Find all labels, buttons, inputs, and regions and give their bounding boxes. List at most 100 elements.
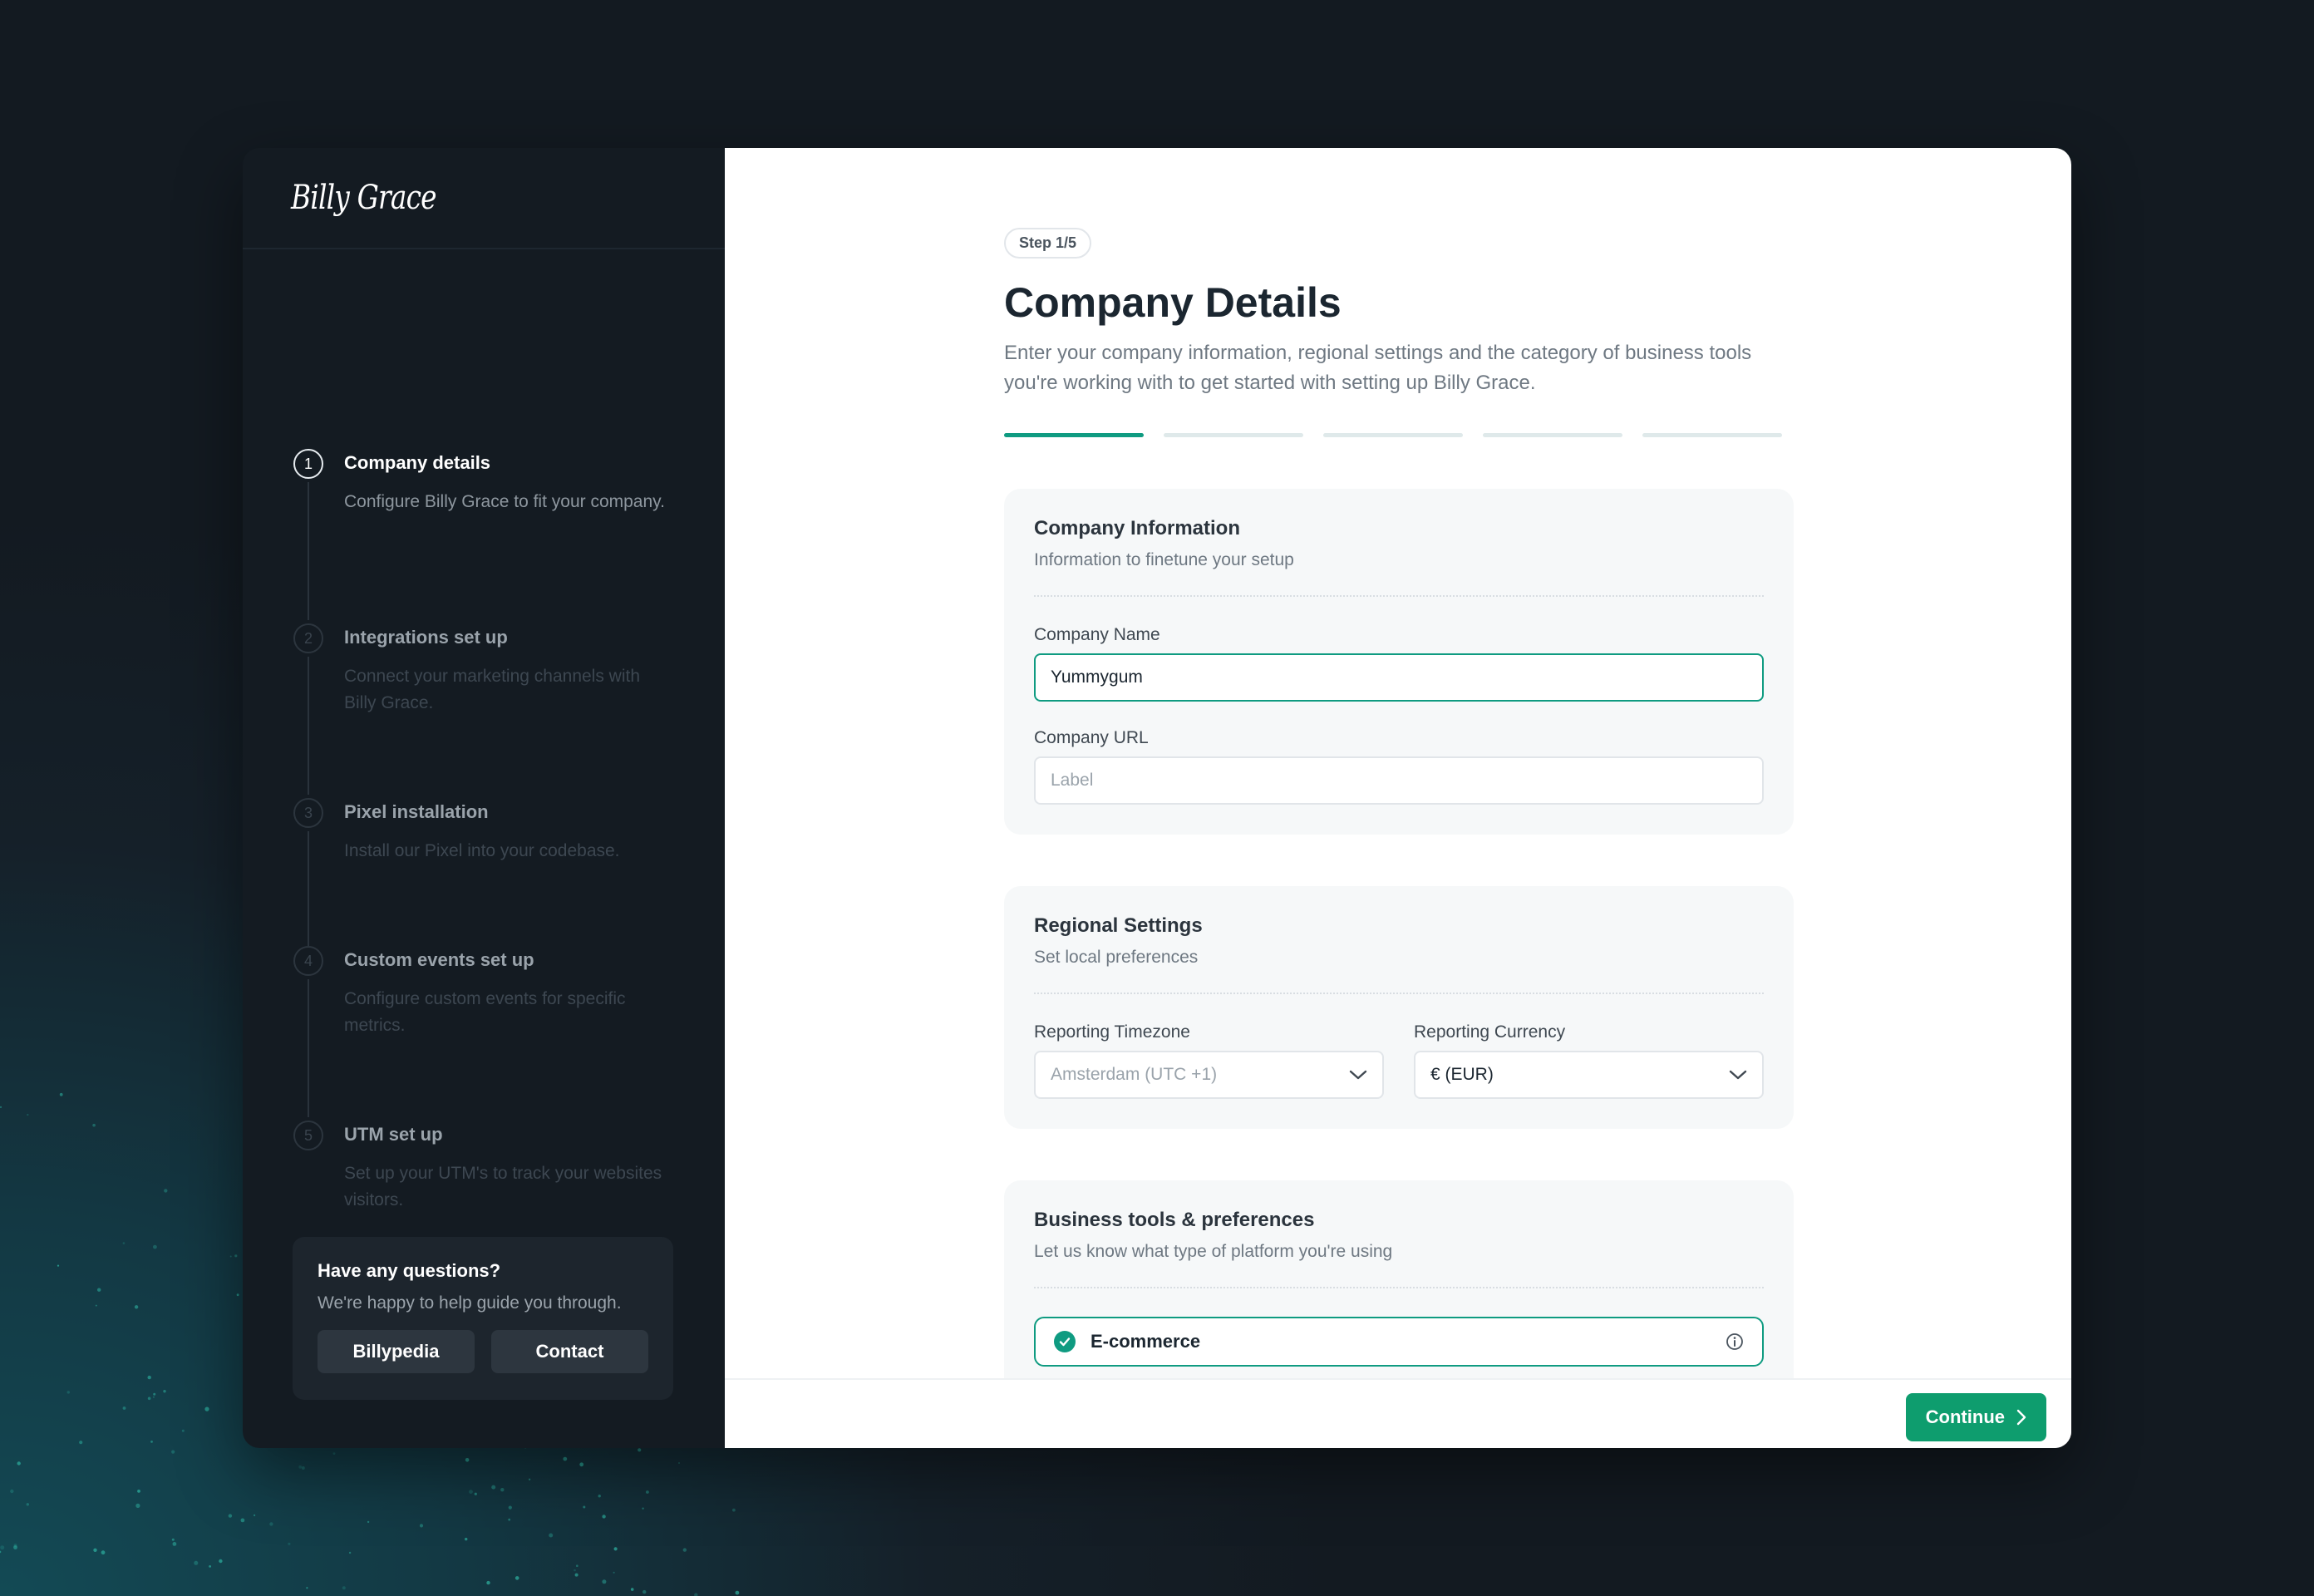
continue-label: Continue — [1925, 1406, 2005, 1427]
particle-dot — [93, 1548, 97, 1553]
particle-dot — [17, 1461, 21, 1465]
particle-dot — [549, 1533, 554, 1538]
particle-dot — [134, 1305, 139, 1309]
progress-bar — [1004, 433, 1794, 437]
chevron-down-icon — [1729, 1070, 1747, 1080]
particle-dot — [209, 1565, 212, 1568]
business-tools-card: Business tools & preferences Let us know… — [1004, 1180, 1794, 1396]
help-buttons: Billypedia Contact — [318, 1330, 648, 1373]
progress-segment — [1642, 433, 1782, 437]
particle-dot — [0, 1545, 5, 1550]
progress-segment — [1164, 433, 1303, 437]
step-connector — [308, 657, 309, 795]
form-content: Step 1/5 Company Details Enter your comp… — [1004, 228, 1794, 1396]
company-name-field: Company Name Yummygum — [1034, 625, 1764, 702]
particle-dot — [342, 1586, 346, 1590]
particle-dot — [735, 1590, 740, 1595]
particle-dot — [95, 1304, 97, 1307]
particle-dot — [367, 1520, 370, 1524]
step-title: Pixel installation — [344, 801, 489, 822]
info-icon[interactable] — [1726, 1332, 1744, 1351]
divider — [1034, 993, 1764, 994]
step-number: 1 — [293, 449, 323, 479]
card-title: Company Information — [1034, 517, 1241, 539]
particle-dot — [137, 1490, 140, 1493]
step-number: 4 — [293, 946, 323, 976]
particle-dot — [13, 1544, 17, 1547]
currency-select[interactable]: € (EUR) — [1414, 1051, 1764, 1099]
particle-dot — [135, 1503, 140, 1508]
particle-dot — [153, 1392, 156, 1396]
divider — [1034, 595, 1764, 597]
help-text: We're happy to help guide you through. — [318, 1293, 622, 1313]
footer-bar: Continue — [725, 1378, 2071, 1448]
particle-dot — [419, 1524, 424, 1528]
help-card: Have any questions? We're happy to help … — [293, 1237, 673, 1400]
timezone-value: Amsterdam (UTC +1) — [1051, 1065, 1218, 1084]
company-information-card: Company Information Information to finet… — [1004, 489, 1794, 835]
particle-dot — [171, 1450, 175, 1454]
step-title: Custom events set up — [344, 949, 534, 970]
card-subtitle: Set local preferences — [1034, 948, 1199, 967]
particle-dot — [348, 1551, 352, 1554]
particle-dot — [164, 1189, 168, 1193]
company-url-field: Company URL Label — [1034, 728, 1764, 805]
particle-dot — [643, 1589, 647, 1594]
particle-dot — [579, 1462, 584, 1467]
step-description: Set up your UTM's to track your websites… — [344, 1164, 662, 1209]
particle-dot — [92, 1123, 96, 1127]
step-number: 5 — [293, 1121, 323, 1150]
particle-dot — [101, 1550, 106, 1555]
company-url-input[interactable]: Label — [1034, 756, 1764, 805]
step-title: Company details — [344, 452, 491, 473]
particle-dot — [514, 1576, 519, 1580]
particle-dot — [583, 1505, 586, 1509]
contact-button[interactable]: Contact — [491, 1330, 648, 1373]
card-title: Regional Settings — [1034, 914, 1203, 937]
particle-dot — [172, 1542, 177, 1546]
divider — [1034, 1287, 1764, 1288]
currency-field: Reporting Currency € (EUR) — [1414, 1022, 1764, 1099]
card-title: Business tools & preferences — [1034, 1209, 1315, 1231]
currency-value: € (EUR) — [1430, 1065, 1494, 1084]
particle-dot — [59, 1092, 63, 1096]
particle-dot — [500, 1488, 505, 1492]
logo-bar: Billy Grace — [243, 148, 725, 249]
particle-dot — [598, 1495, 601, 1498]
page-description: Enter your company information, regional… — [1004, 342, 1752, 394]
step-title: Integrations set up — [344, 627, 508, 648]
particle-dot — [301, 1466, 305, 1470]
option-label: E-commerce — [1091, 1331, 1201, 1352]
page-title: Company Details — [1004, 279, 1342, 326]
particle-dot — [630, 1588, 634, 1591]
brand-logo: Billy Grace — [291, 179, 437, 217]
continue-button[interactable]: Continue — [1905, 1393, 2046, 1441]
particle-dot — [57, 1264, 60, 1267]
particle-dot — [642, 1507, 644, 1510]
step-title: UTM set up — [344, 1124, 443, 1145]
particle-dot — [229, 1255, 232, 1258]
particle-dot — [163, 1390, 166, 1393]
step-description: Configure Billy Grace to fit your compan… — [344, 492, 665, 511]
regional-settings-card: Regional Settings Set local preferences … — [1004, 886, 1794, 1129]
particle-dot — [194, 1560, 199, 1565]
regional-row: Reporting Timezone Amsterdam (UTC +1) Re… — [1034, 1022, 1764, 1099]
card-subtitle: Information to finetune your setup — [1034, 550, 1294, 569]
particle-dot — [613, 1547, 618, 1551]
particle-dot — [181, 1429, 185, 1432]
particle-dot — [613, 1571, 615, 1574]
particle-dot — [288, 1542, 291, 1545]
timezone-select[interactable]: Amsterdam (UTC +1) — [1034, 1051, 1384, 1099]
billypedia-button[interactable]: Billypedia — [318, 1330, 475, 1373]
ecommerce-option[interactable]: E-commerce — [1034, 1317, 1764, 1367]
progress-segment — [1323, 433, 1463, 437]
particle-dot — [469, 1490, 473, 1494]
particle-dot — [508, 1505, 512, 1510]
company-name-input[interactable]: Yummygum — [1034, 653, 1764, 702]
particle-dot — [474, 1492, 477, 1495]
particle-dot — [574, 1569, 576, 1572]
step-number: 3 — [293, 798, 323, 828]
particle-dot — [638, 1448, 642, 1452]
step-description: Install our Pixel into your codebase. — [344, 841, 620, 860]
main-panel: Step 1/5 Company Details Enter your comp… — [725, 148, 2071, 1448]
